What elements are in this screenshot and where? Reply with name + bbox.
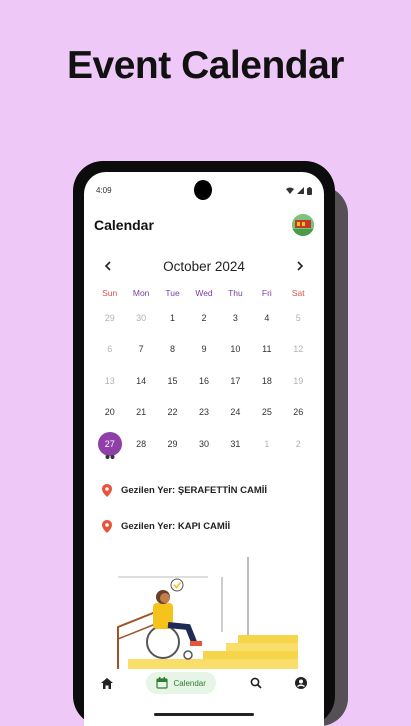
calendar-day[interactable]: 30 <box>125 302 156 334</box>
weekday-label: Wed <box>195 288 213 298</box>
calendar-day[interactable]: 13 <box>94 365 125 397</box>
calendar-day[interactable]: 26 <box>283 397 314 429</box>
location-pin-icon <box>102 519 112 533</box>
calendar-day[interactable]: 5 <box>283 302 314 334</box>
avatar[interactable] <box>292 214 314 236</box>
calendar-day[interactable]: 31 <box>220 428 251 460</box>
calendar-day[interactable]: 3 <box>220 302 251 334</box>
calendar-icon <box>156 677 169 689</box>
calendar-day[interactable]: 8 <box>157 334 188 366</box>
calendar-day[interactable]: 23 <box>188 397 219 429</box>
calendar-day[interactable]: 1 <box>157 302 188 334</box>
nav-calendar-label: Calendar <box>173 678 206 688</box>
app-header: Calendar <box>94 212 314 238</box>
calendar-grid: 29 30 1 2 3 4 5 6 7 8 9 10 11 12 13 14 1… <box>94 302 314 460</box>
calendar-day[interactable]: 20 <box>94 397 125 429</box>
bottom-navigation: Calendar <box>84 668 324 698</box>
chevron-left-icon[interactable] <box>100 258 116 274</box>
event-label: Gezilen Yer: ŞERAFETTİN CAMİİ <box>121 484 268 496</box>
calendar-day[interactable]: 2 <box>283 428 314 460</box>
calendar-day[interactable]: 9 <box>188 334 219 366</box>
weekday-label: Mon <box>132 288 150 298</box>
home-icon[interactable] <box>100 677 113 689</box>
weekday-label: Fri <box>261 288 272 298</box>
event-dots <box>105 454 115 459</box>
search-icon[interactable] <box>250 677 262 689</box>
nav-calendar-active[interactable]: Calendar <box>146 672 216 694</box>
calendar-day[interactable]: 17 <box>220 365 251 397</box>
calendar-day[interactable]: 7 <box>125 334 156 366</box>
battery-icon <box>307 186 312 195</box>
calendar-day[interactable]: 25 <box>251 397 282 429</box>
weekday-label: Sun <box>102 288 118 298</box>
calendar-day[interactable]: 18 <box>251 365 282 397</box>
calendar-day[interactable]: 30 <box>188 428 219 460</box>
calendar-day[interactable]: 29 <box>94 302 125 334</box>
calendar-day[interactable]: 10 <box>220 334 251 366</box>
chevron-right-icon[interactable] <box>292 258 308 274</box>
weekday-label: Sat <box>291 288 305 298</box>
calendar-day[interactable]: 19 <box>283 365 314 397</box>
weekday-header: Sun Mon Tue Wed Thu Fri Sat <box>94 288 314 298</box>
weekday-label: Tue <box>165 288 180 298</box>
location-pin-icon <box>102 483 112 497</box>
event-list: Gezilen Yer: ŞERAFETTİN CAMİİ Gezilen Ye… <box>102 472 312 544</box>
wheelchair-illustration <box>117 557 298 669</box>
month-label: October 2024 <box>163 258 245 274</box>
calendar-day[interactable]: 2 <box>188 302 219 334</box>
calendar-day[interactable]: 1 <box>251 428 282 460</box>
calendar-day[interactable]: 11 <box>251 334 282 366</box>
calendar-day[interactable]: 28 <box>125 428 156 460</box>
calendar-day[interactable]: 15 <box>157 365 188 397</box>
page-title: Calendar <box>94 217 154 233</box>
home-indicator <box>154 713 254 716</box>
calendar-day[interactable]: 12 <box>283 334 314 366</box>
calendar-day[interactable]: 29 <box>157 428 188 460</box>
wifi-icon <box>286 187 294 194</box>
hero-title: Event Calendar <box>67 44 344 87</box>
status-time: 4:09 <box>96 186 112 195</box>
calendar-day[interactable]: 4 <box>251 302 282 334</box>
status-icons <box>286 186 312 195</box>
status-bar: 4:09 <box>96 186 312 195</box>
weekday-label: Thu <box>228 288 243 298</box>
event-label: Gezilen Yer: KAPI CAMİİ <box>121 520 231 532</box>
month-navigation: October 2024 <box>100 258 308 274</box>
avatar-image <box>292 214 314 236</box>
calendar-day[interactable]: 14 <box>125 365 156 397</box>
calendar-day[interactable]: 24 <box>220 397 251 429</box>
calendar-day[interactable]: 16 <box>188 365 219 397</box>
account-icon[interactable] <box>295 677 308 689</box>
phone-screen: 4:09 Calendar October 2024 Sun Mon Tue W… <box>84 172 324 726</box>
event-item[interactable]: Gezilen Yer: KAPI CAMİİ <box>102 508 312 544</box>
calendar-day[interactable]: 6 <box>94 334 125 366</box>
calendar-day[interactable]: 22 <box>157 397 188 429</box>
calendar-day-selected[interactable]: 27 <box>94 428 125 460</box>
event-item[interactable]: Gezilen Yer: ŞERAFETTİN CAMİİ <box>102 472 312 508</box>
signal-icon <box>297 187 304 194</box>
calendar-day[interactable]: 21 <box>125 397 156 429</box>
